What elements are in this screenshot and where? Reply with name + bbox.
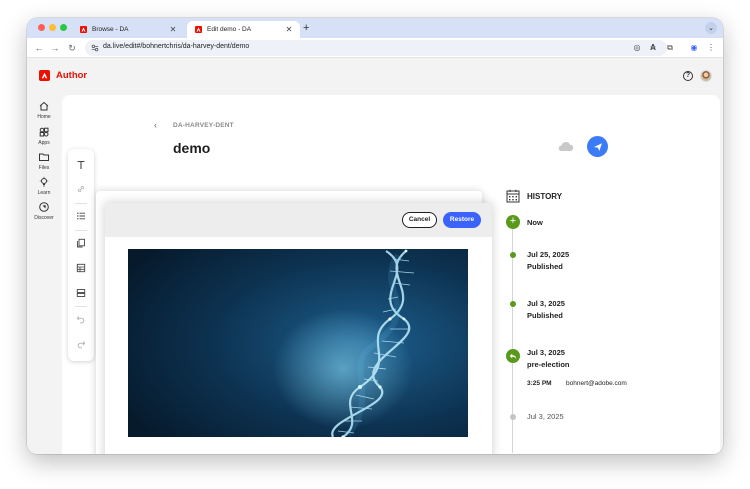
- library-button[interactable]: [74, 236, 88, 250]
- timeline-dot: [510, 301, 516, 307]
- copy-icon: [77, 238, 85, 248]
- avatar[interactable]: [700, 70, 712, 82]
- browser-window: Browse - DA ✕ Edit demo - DA ✕ + ⌄ ← → ↻…: [27, 18, 723, 454]
- zoom-window-button[interactable]: [60, 24, 67, 31]
- toolbar-divider: [75, 230, 87, 231]
- reply-arrow-icon: [509, 353, 517, 360]
- calendar-icon: [506, 189, 520, 203]
- tab-title: Edit demo - DA: [207, 26, 252, 33]
- toolbar-divider: [75, 306, 87, 307]
- da-app: Author ? Home Apps Files Learn Discover …: [27, 58, 723, 454]
- restore-button[interactable]: Restore: [443, 212, 481, 228]
- rail-item-home[interactable]: Home: [27, 100, 61, 120]
- redo-button[interactable]: [74, 337, 88, 351]
- format-toolbar: [68, 149, 94, 361]
- adobe-favicon-icon: [195, 26, 202, 33]
- new-tab-button[interactable]: +: [303, 22, 309, 34]
- app-brand[interactable]: Author: [56, 70, 87, 81]
- text-format-button[interactable]: [74, 158, 88, 172]
- url-text: da.live/edit#/bohnertchris/da-harvey-den…: [103, 43, 250, 50]
- browser-toolbar: ← → ↻ da.live/edit#/bohnertchris/da-harv…: [27, 38, 723, 58]
- home-icon: [39, 101, 49, 111]
- rail-item-learn[interactable]: Learn: [27, 176, 61, 196]
- profile-icon[interactable]: ◉: [688, 42, 700, 54]
- folder-icon: [39, 153, 49, 161]
- timeline-dot: [510, 414, 516, 420]
- rail-item-label: Learn: [37, 190, 51, 196]
- breadcrumb[interactable]: DA-HARVEY-DENT: [173, 122, 234, 129]
- history-entry-date[interactable]: Jul 25, 2025: [527, 250, 569, 259]
- publish-button[interactable]: [587, 136, 608, 157]
- rail-item-label: Discover: [34, 215, 54, 221]
- cloud-icon: [558, 142, 574, 151]
- section-button[interactable]: [74, 286, 88, 300]
- close-tab-icon[interactable]: ✕: [284, 25, 294, 34]
- history-entry-date[interactable]: Jul 3, 2025: [527, 412, 564, 421]
- history-entry-user: bohnert@adobe.com: [566, 380, 627, 387]
- extension-a-icon[interactable]: A: [647, 42, 659, 54]
- version-preview: Cancel Restore: [105, 203, 492, 454]
- tab-search-button[interactable]: ⌄: [705, 22, 717, 34]
- help-icon[interactable]: ?: [683, 71, 693, 81]
- history-entry-date[interactable]: Jul 3, 2025: [527, 299, 565, 308]
- adobe-favicon-icon: [80, 26, 87, 33]
- list-button[interactable]: [74, 209, 88, 223]
- tab-edit-demo[interactable]: Edit demo - DA ✕: [187, 21, 300, 38]
- browser-menu-icon[interactable]: ⋮: [705, 42, 717, 54]
- site-settings-icon[interactable]: [91, 44, 99, 52]
- dna-image: [128, 249, 468, 437]
- window-controls: [38, 24, 67, 31]
- text-icon: [77, 160, 85, 169]
- link-button[interactable]: [74, 182, 88, 196]
- page-title: demo: [173, 140, 211, 156]
- send-icon: [593, 142, 602, 151]
- forward-button[interactable]: →: [48, 41, 62, 55]
- reload-button[interactable]: ↻: [65, 41, 79, 55]
- history-entry-label[interactable]: Published: [527, 311, 563, 320]
- tab-title: Browse - DA: [92, 26, 129, 33]
- rail-item-discover[interactable]: Discover: [27, 201, 61, 221]
- link-icon: [77, 185, 85, 193]
- back-button[interactable]: ←: [32, 41, 46, 55]
- undo-button[interactable]: [74, 312, 88, 326]
- minimize-window-button[interactable]: [49, 24, 56, 31]
- rail-item-label: Files: [38, 165, 50, 171]
- undo-icon: [76, 316, 85, 324]
- history-title: HISTORY: [527, 192, 563, 201]
- rail-item-apps[interactable]: Apps: [27, 126, 61, 146]
- add-version-button[interactable]: +: [506, 215, 520, 229]
- toolbar-divider: [75, 203, 87, 204]
- history-panel: HISTORY + Now Jul 25, 2025 Published Jul…: [506, 189, 716, 454]
- history-entry-label[interactable]: Published: [527, 262, 563, 271]
- list-icon: [77, 212, 85, 220]
- chevron-left-icon[interactable]: ‹: [154, 120, 157, 130]
- now-label: Now: [527, 218, 543, 227]
- lightbulb-icon: [39, 176, 49, 187]
- table-icon: [76, 263, 86, 273]
- extensions-puzzle-icon[interactable]: ⧉: [664, 42, 676, 54]
- close-window-button[interactable]: [38, 24, 45, 31]
- adobe-logo-icon[interactable]: [39, 70, 50, 81]
- tab-strip: Browse - DA ✕ Edit demo - DA ✕ + ⌄: [27, 18, 723, 38]
- preview-header: Cancel Restore: [105, 203, 492, 237]
- timeline-dot: [510, 252, 516, 258]
- section-icon: [76, 289, 86, 297]
- address-bar[interactable]: da.live/edit#/bohnertchris/da-harvey-den…: [85, 40, 667, 56]
- table-button[interactable]: [74, 261, 88, 275]
- history-entry-time: 3:25 PM: [527, 380, 552, 387]
- editor-card: ‹ DA-HARVEY-DENT demo Cancel Restore HIS…: [62, 95, 720, 454]
- eye-off-icon[interactable]: ◎: [632, 43, 642, 53]
- apps-icon: [39, 127, 49, 137]
- history-entry-date[interactable]: Jul 3, 2025: [527, 348, 565, 357]
- restore-version-button[interactable]: [506, 349, 520, 363]
- cancel-button[interactable]: Cancel: [402, 212, 437, 228]
- tab-browse[interactable]: Browse - DA ✕: [72, 21, 184, 38]
- close-tab-icon[interactable]: ✕: [168, 25, 178, 34]
- redo-icon: [77, 341, 86, 349]
- rail-item-label: Home: [37, 114, 51, 120]
- compass-icon: [39, 202, 49, 212]
- history-entry-label[interactable]: pre-election: [527, 360, 570, 369]
- rail-item-files[interactable]: Files: [27, 151, 61, 171]
- rail-item-label: Apps: [38, 140, 50, 146]
